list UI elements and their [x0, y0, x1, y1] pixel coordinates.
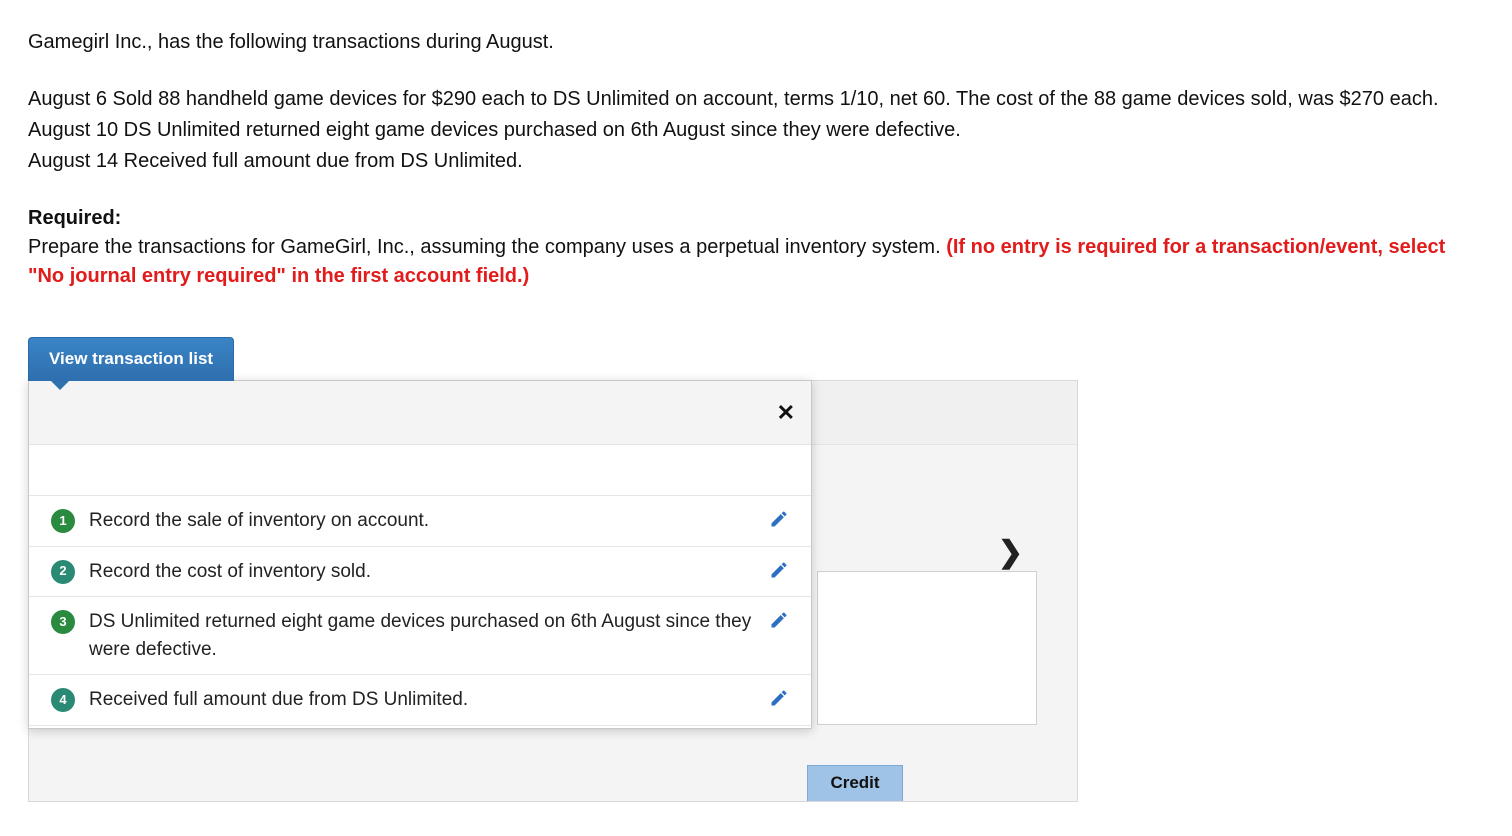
- transaction-aug10: August 10 DS Unlimited returned eight ga…: [28, 116, 1484, 145]
- intro-text: Gamegirl Inc., has the following transac…: [28, 28, 1484, 57]
- pencil-icon[interactable]: [769, 610, 789, 630]
- transaction-number-badge: 2: [51, 560, 75, 584]
- pencil-icon[interactable]: [769, 560, 789, 580]
- transaction-label: DS Unlimited returned eight game devices…: [89, 608, 769, 663]
- transaction-row[interactable]: 4 Received full amount due from DS Unlim…: [29, 675, 811, 726]
- transaction-row[interactable]: 3 DS Unlimited returned eight game devic…: [29, 597, 811, 675]
- problem-statement: Gamegirl Inc., has the following transac…: [28, 28, 1484, 291]
- pencil-icon[interactable]: [769, 688, 789, 708]
- transaction-list-popout: ✕ 1 Record the sale of inventory on acco…: [28, 380, 812, 729]
- required-label: Required:: [28, 207, 121, 229]
- transaction-label: Received full amount due from DS Unlimit…: [89, 686, 769, 714]
- transaction-list: 1 Record the sale of inventory on accoun…: [29, 445, 811, 728]
- amount-input-area[interactable]: [817, 571, 1037, 725]
- credit-column-header: Credit: [807, 765, 903, 801]
- pencil-icon[interactable]: [769, 509, 789, 529]
- next-chevron-icon[interactable]: ❯: [998, 531, 1023, 575]
- transaction-number-badge: 4: [51, 688, 75, 712]
- transaction-aug14: August 14 Received full amount due from …: [28, 147, 1484, 176]
- view-transaction-list-button[interactable]: View transaction list: [28, 337, 234, 381]
- journal-panel: ❯ Credit ✕ 1 Record the sale of inventor…: [28, 380, 1078, 802]
- close-icon[interactable]: ✕: [777, 397, 795, 429]
- popout-header: ✕: [29, 381, 811, 445]
- transaction-row[interactable]: 1 Record the sale of inventory on accoun…: [29, 495, 811, 547]
- transaction-number-badge: 3: [51, 610, 75, 634]
- required-instruction: Prepare the transactions for GameGirl, I…: [28, 236, 946, 258]
- transaction-label: Record the sale of inventory on account.: [89, 507, 769, 535]
- transaction-aug6: August 6 Sold 88 handheld game devices f…: [28, 85, 1484, 114]
- journal-entry-widget: View transaction list ❯ Credit ✕ 1 Recor…: [28, 337, 1078, 802]
- transaction-row[interactable]: 2 Record the cost of inventory sold.: [29, 547, 811, 598]
- transaction-number-badge: 1: [51, 509, 75, 533]
- transaction-label: Record the cost of inventory sold.: [89, 558, 769, 586]
